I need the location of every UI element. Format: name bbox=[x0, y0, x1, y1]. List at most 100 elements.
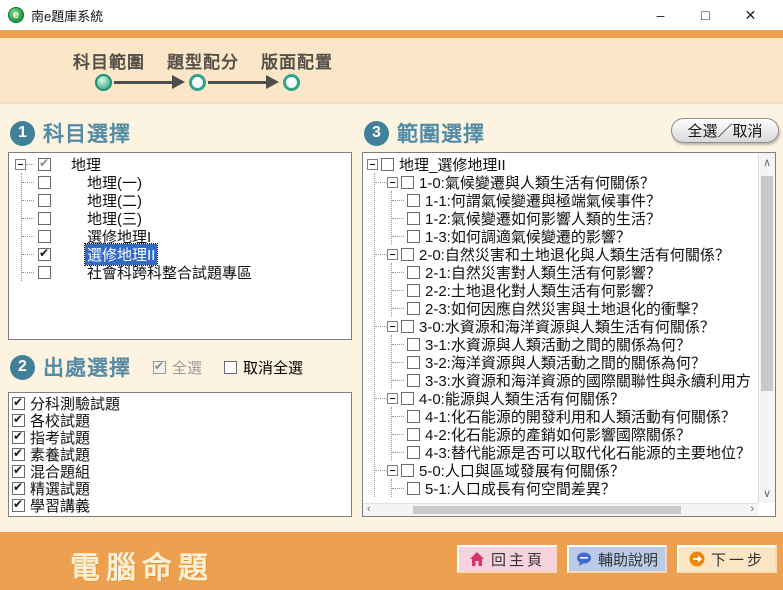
tree-row[interactable]: 選修地理II bbox=[22, 245, 351, 263]
range-row[interactable]: 3-3:水資源和海洋資源的國際關聯性與永續利用方 bbox=[392, 371, 758, 389]
collapse-icon[interactable] bbox=[387, 465, 398, 476]
range-row[interactable]: 2-3:如何因應自然災害與土地退化的衝擊？ bbox=[392, 299, 758, 317]
step-circle-3 bbox=[283, 74, 300, 91]
close-button[interactable]: ✕ bbox=[728, 0, 773, 30]
range-group-row[interactable]: 3-0:水資源和海洋資源與人類生活有何關係？ bbox=[375, 317, 758, 335]
scroll-left-icon[interactable]: ‹ bbox=[367, 503, 371, 515]
range-tree[interactable]: 地理_選修地理II1-0:氣候變遷與人類生活有何關係？1-1:何謂氣候變遷與極端… bbox=[363, 153, 758, 503]
checkbox[interactable] bbox=[407, 374, 420, 387]
checkbox[interactable] bbox=[407, 410, 420, 423]
checkbox[interactable] bbox=[12, 448, 25, 461]
help-button[interactable]: 輔助說明 bbox=[567, 545, 667, 573]
deselect-all-control[interactable]: 取消全選 bbox=[224, 357, 303, 378]
select-all-control[interactable]: 全選 bbox=[153, 357, 202, 378]
checkbox[interactable] bbox=[381, 158, 394, 171]
checkbox[interactable] bbox=[401, 464, 414, 477]
checkbox[interactable] bbox=[401, 392, 414, 405]
range-row[interactable]: 1-2:氣候變遷如何影響人類的生活？ bbox=[392, 209, 758, 227]
minimize-button[interactable]: – bbox=[638, 0, 683, 30]
tree-root-row[interactable]: 地理 bbox=[15, 155, 351, 173]
vertical-scrollbar[interactable]: ∧ ∨ bbox=[758, 153, 775, 503]
horizontal-scroll-thumb[interactable] bbox=[413, 506, 681, 514]
range-root-row[interactable]: 地理_選修地理II bbox=[367, 155, 758, 173]
checkbox[interactable] bbox=[407, 356, 420, 369]
connector bbox=[392, 218, 404, 219]
checkbox[interactable] bbox=[407, 230, 420, 243]
checkbox[interactable] bbox=[12, 414, 25, 427]
range-row[interactable]: 4-2:化石能源的產銷如何影響國際關係？ bbox=[392, 425, 758, 443]
source-item-label[interactable]: 學習講義 bbox=[28, 495, 92, 516]
checkbox[interactable] bbox=[38, 266, 51, 279]
checkbox[interactable] bbox=[12, 431, 25, 444]
checkbox[interactable] bbox=[38, 248, 51, 261]
tree-row[interactable]: 地理(三) bbox=[22, 209, 351, 227]
collapse-icon[interactable] bbox=[367, 159, 378, 170]
tree-row[interactable]: 選修地理I bbox=[22, 227, 351, 245]
next-step-button[interactable]: 下一步 bbox=[677, 545, 777, 573]
checkbox[interactable] bbox=[407, 212, 420, 225]
connector bbox=[392, 434, 404, 435]
range-group-row[interactable]: 5-0:人口與區域發展有何關係？ bbox=[375, 461, 758, 479]
range-row[interactable]: 3-1:水資源與人類活動之間的關係為何？ bbox=[392, 335, 758, 353]
tree-item-label[interactable]: 5-1:人口成長有何空間差異？ bbox=[423, 478, 618, 499]
checkbox[interactable] bbox=[38, 194, 51, 207]
home-button[interactable]: 回主頁 bbox=[457, 545, 557, 573]
checkbox[interactable] bbox=[401, 248, 414, 261]
checkbox[interactable] bbox=[407, 302, 420, 315]
collapse-icon[interactable] bbox=[387, 393, 398, 404]
checkbox[interactable] bbox=[38, 176, 51, 189]
scroll-down-icon[interactable]: ∨ bbox=[759, 487, 775, 500]
app-title: 南e題庫系統 bbox=[31, 6, 103, 25]
range-row[interactable]: 1-3:如何調適氣候變遷的影響？ bbox=[392, 227, 758, 245]
deselect-all-label[interactable]: 取消全選 bbox=[243, 357, 303, 378]
checkbox[interactable] bbox=[38, 212, 51, 225]
tree-row[interactable]: 社會科跨科整合試題專區 bbox=[22, 263, 351, 281]
range-row[interactable]: 2-2:土地退化對人類生活有何影響？ bbox=[392, 281, 758, 299]
checkbox[interactable] bbox=[12, 397, 25, 410]
range-row[interactable]: 4-3:替代能源是否可以取代化石能源的主要地位？ bbox=[392, 443, 758, 461]
checkbox[interactable] bbox=[12, 465, 25, 478]
checkbox[interactable] bbox=[401, 320, 414, 333]
deselect-all-checkbox[interactable] bbox=[224, 361, 237, 374]
collapse-icon[interactable] bbox=[15, 159, 26, 170]
checkbox[interactable] bbox=[407, 194, 420, 207]
select-all-toggle-button[interactable]: 全選／取消 bbox=[671, 118, 779, 143]
maximize-button[interactable]: □ bbox=[683, 0, 728, 30]
select-all-checkbox[interactable] bbox=[153, 361, 166, 374]
vertical-scroll-thumb[interactable] bbox=[761, 176, 773, 391]
checkbox[interactable] bbox=[407, 338, 420, 351]
checkbox[interactable] bbox=[38, 158, 51, 171]
range-row[interactable]: 2-1:自然災害對人類生活有何影響？ bbox=[392, 263, 758, 281]
horizontal-scrollbar[interactable]: ‹ › bbox=[363, 503, 758, 516]
tree-children: 地理(一)地理(二)地理(三)選修地理I選修地理II社會科跨科整合試題專區 bbox=[21, 173, 351, 281]
section-2-badge: 2 bbox=[10, 355, 35, 380]
tree-item-label[interactable]: 社會科跨科整合試題專區 bbox=[85, 262, 254, 283]
range-row[interactable]: 1-1:何謂氣候變遷與極端氣候事件？ bbox=[392, 191, 758, 209]
checkbox[interactable] bbox=[407, 428, 420, 441]
range-group-row[interactable]: 1-0:氣候變遷與人類生活有何關係？ bbox=[375, 173, 758, 191]
checkbox[interactable] bbox=[12, 499, 25, 512]
checkbox[interactable] bbox=[38, 230, 51, 243]
checkbox[interactable] bbox=[407, 284, 420, 297]
source-row[interactable]: 學習講義 bbox=[12, 497, 351, 514]
checkbox[interactable] bbox=[407, 482, 420, 495]
range-row[interactable]: 3-2:海洋資源與人類活動之間的關係為何？ bbox=[392, 353, 758, 371]
checkbox[interactable] bbox=[407, 266, 420, 279]
range-row[interactable]: 4-1:化石能源的開發利用和人類活動有何關係？ bbox=[392, 407, 758, 425]
scroll-right-icon[interactable]: › bbox=[750, 503, 754, 515]
source-list[interactable]: 分科測驗試題各校試題指考試題素養試題混合題組精選試題學習講義 bbox=[8, 392, 352, 517]
collapse-icon[interactable] bbox=[387, 249, 398, 260]
subject-tree[interactable]: 地理地理(一)地理(二)地理(三)選修地理I選修地理II社會科跨科整合試題專區 bbox=[8, 152, 352, 340]
range-group-row[interactable]: 2-0:自然災害和土地退化與人類生活有何關係？ bbox=[375, 245, 758, 263]
range-group-row[interactable]: 4-0:能源與人類生活有何關係？ bbox=[375, 389, 758, 407]
range-row[interactable]: 5-1:人口成長有何空間差異？ bbox=[392, 479, 758, 497]
checkbox[interactable] bbox=[401, 176, 414, 189]
scroll-up-icon[interactable]: ∧ bbox=[759, 156, 775, 169]
tree-row[interactable]: 地理(一) bbox=[22, 173, 351, 191]
collapse-icon[interactable] bbox=[387, 321, 398, 332]
collapse-icon[interactable] bbox=[387, 177, 398, 188]
tree-row[interactable]: 地理(二) bbox=[22, 191, 351, 209]
select-all-label[interactable]: 全選 bbox=[172, 357, 202, 378]
checkbox[interactable] bbox=[12, 482, 25, 495]
checkbox[interactable] bbox=[407, 446, 420, 459]
